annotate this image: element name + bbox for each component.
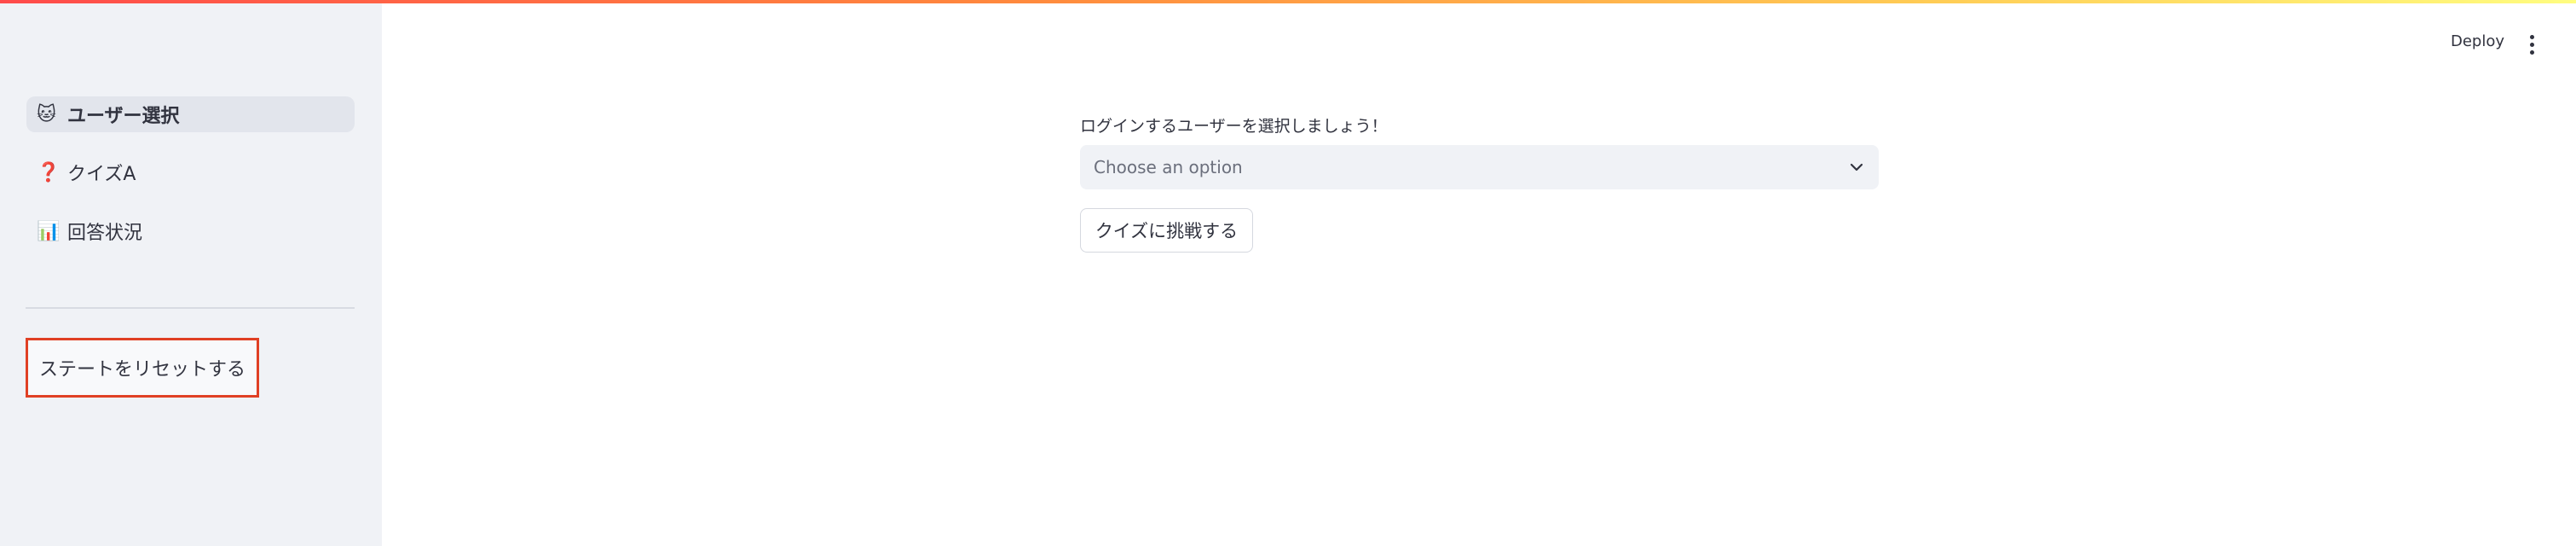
sidebar: 🐱 ユーザー選択 ❓ クイズA 📊 回答状況 ステートをリセットする xyxy=(0,0,382,546)
deploy-button[interactable]: Deploy xyxy=(2451,32,2504,50)
sidebar-item-label: ユーザー選択 xyxy=(67,106,180,127)
vertical-ellipsis-icon[interactable] xyxy=(2521,32,2542,57)
sidebar-item-quiz-a[interactable]: ❓ クイズA xyxy=(26,154,355,190)
select-placeholder: Choose an option xyxy=(1094,157,1243,177)
sidebar-item-user-select[interactable]: 🐱 ユーザー選択 xyxy=(26,96,355,132)
sidebar-item-label: 回答状況 xyxy=(67,223,143,244)
question-mark-icon: ❓ xyxy=(37,161,61,183)
start-quiz-button[interactable]: クイズに挑戦する xyxy=(1080,208,1253,253)
bar-chart-icon: 📊 xyxy=(37,220,61,242)
reset-state-button[interactable]: ステートをリセットする xyxy=(26,338,259,398)
sidebar-divider xyxy=(26,307,355,309)
top-decoration-bar xyxy=(0,0,2576,3)
user-select-prompt: ログインするユーザーを選択しましょう！ xyxy=(1080,117,1388,136)
cat-face-icon: 🐱 xyxy=(37,103,56,125)
user-select-dropdown[interactable]: Choose an option xyxy=(1080,145,1879,189)
chevron-down-icon xyxy=(1848,159,1865,176)
sidebar-item-label: クイズA xyxy=(67,164,136,185)
sidebar-item-answer-status[interactable]: 📊 回答状況 xyxy=(26,213,355,249)
